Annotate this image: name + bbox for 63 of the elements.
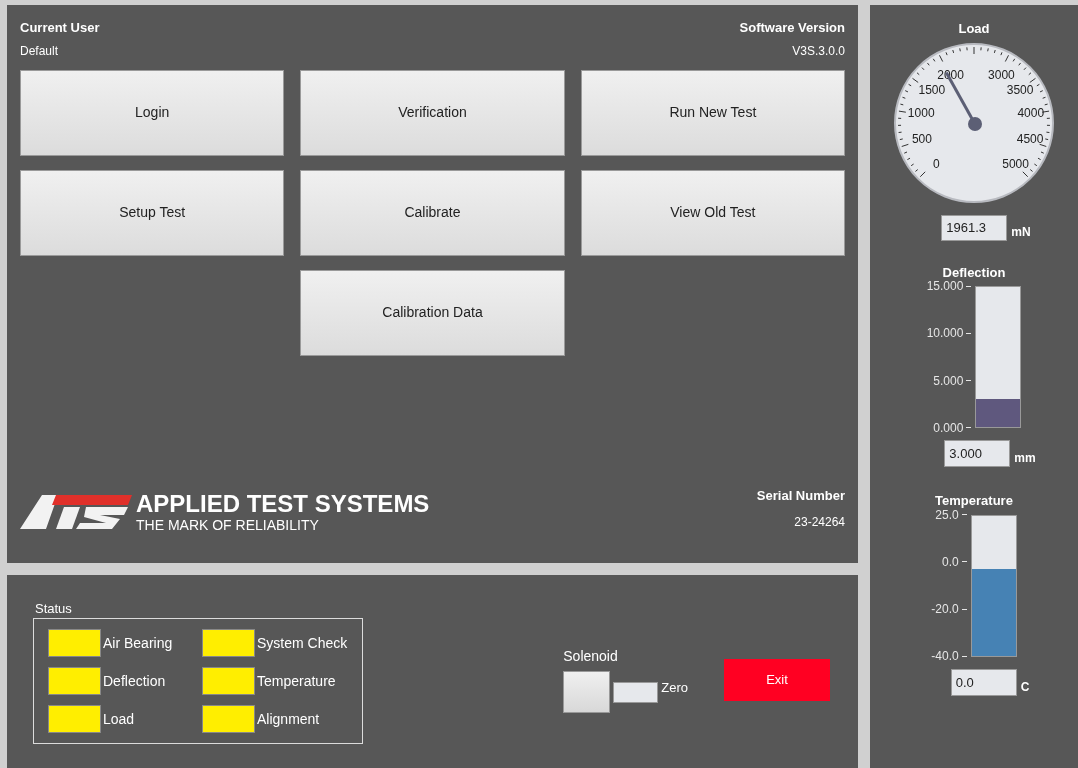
status-label: Alignment [257,709,320,729]
unit-label: C [1020,678,1030,696]
solenoid-label: Solenoid [563,647,619,666]
user-value: Default [20,42,60,60]
gauge-scale-label: 500 [911,133,932,145]
gauge-scale-label: 0 [933,158,940,171]
status-label: Load [103,709,135,729]
status-label: Temperature [257,671,336,691]
scale-label: 0.000 [933,423,964,433]
scale-tick [961,608,967,610]
gauge-hub [968,116,982,131]
scale-label: -40.0 [931,651,959,662]
gauge-scale-label: 3500 [1006,84,1034,96]
scale-label: 15.000 [926,281,964,291]
scale-tick [966,380,972,382]
status-label: System Check [257,633,348,653]
logo-title: APPLIED TEST SYSTEMS [136,491,430,517]
status-title: Status [35,599,73,618]
gauge-scale-label: 1000 [907,106,935,119]
logo-tagline: THE MARK OF RELIABILITY [136,517,320,533]
menu-button[interactable]: Calibration Data [300,269,565,356]
gauge-scale-label: 4500 [1016,133,1044,145]
scale-tick [961,561,967,563]
gauge-scale-label: 4000 [1017,106,1045,119]
version-label: Software Version [739,19,845,37]
menu-button[interactable]: View Old Test [580,169,845,256]
scale-tick [966,427,972,429]
gauge-scale-label: 5000 [1002,158,1029,171]
zero-field [613,681,659,703]
scale-label: -20.0 [931,604,959,615]
meter-title: Temperature [935,492,1013,510]
menu-button[interactable]: Verification [300,69,565,156]
unit-label: mm [1014,450,1036,467]
user-label: Current User [20,19,100,37]
scale-tick [961,514,967,515]
logo-icon [20,493,132,531]
serial-label: Serial Number [756,486,845,505]
version-value: V3S.3.0.0 [792,42,845,60]
status-label: Deflection [103,671,166,691]
scale-label: 5.000 [933,375,964,386]
scale-tick [966,285,972,287]
scale-tick [966,332,972,334]
reading-field: 0.0 [950,668,1017,696]
scale-label: 10.000 [926,328,964,339]
unit-label: mN [1011,223,1031,241]
meter-title: Deflection [942,263,1006,281]
menu-button[interactable]: Login [20,69,285,156]
gauge-scale-label: 1500 [918,84,946,96]
scale-label: 25.0 [935,509,959,520]
menu-button[interactable]: Calibrate [300,169,565,256]
zero-label: Zero [661,679,688,698]
status-label: Air Bearing [103,633,173,653]
gauge-scale-label: 3000 [988,68,1015,81]
menu-button[interactable]: Run New Test [580,69,845,156]
scale-label: 0.0 [942,556,959,567]
reading-field: 1961.3 [941,214,1008,241]
solenoid-button[interactable] [563,671,611,713]
serial-value: 23-24264 [794,514,845,531]
meter-title: Load [958,20,990,38]
exit-button[interactable]: Exit [724,658,830,701]
scale-tick [961,656,967,657]
reading-field: 3.000 [944,440,1011,467]
menu-button[interactable]: Setup Test [20,169,285,256]
